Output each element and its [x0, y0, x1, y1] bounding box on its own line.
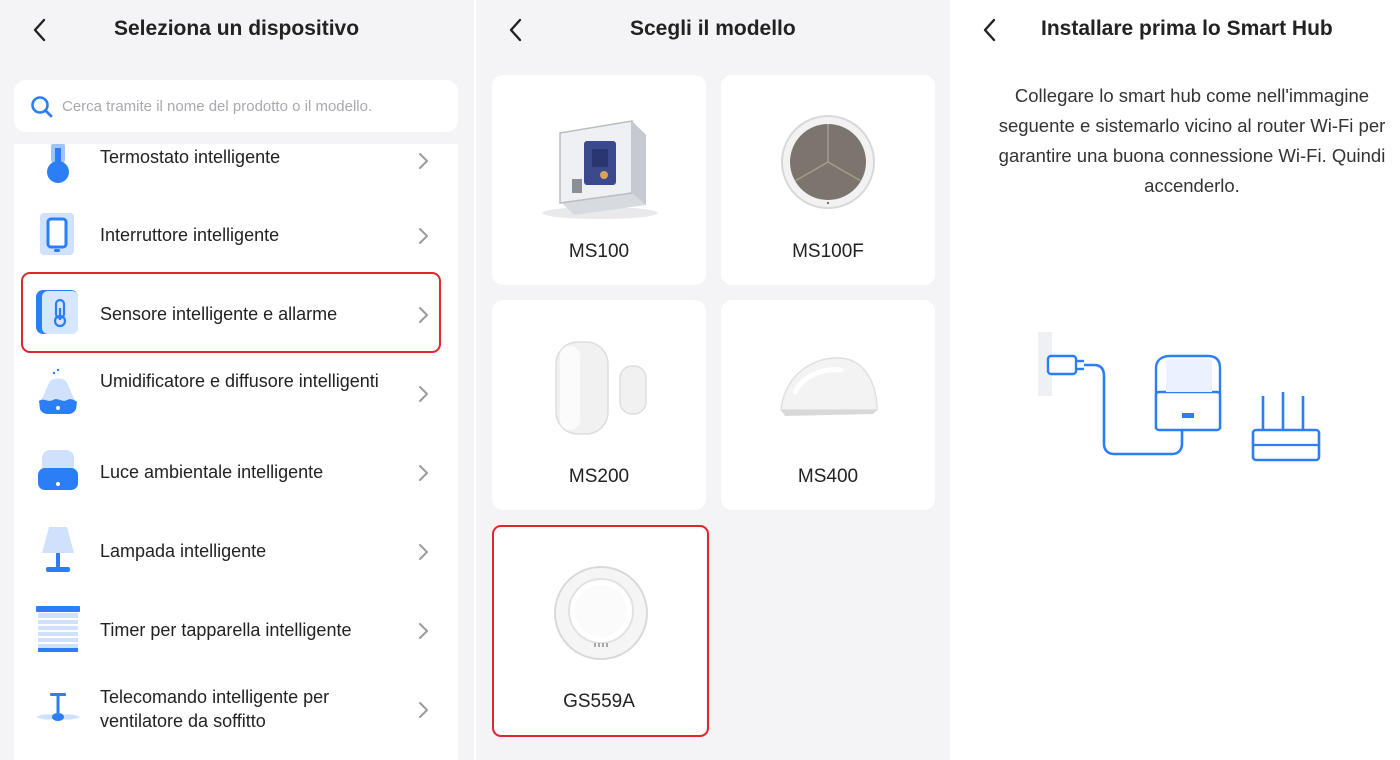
model-name: MS100F — [792, 241, 864, 262]
model-card-ms100[interactable]: MS100 — [492, 75, 706, 285]
model-name: MS200 — [568, 466, 630, 487]
list-item-roller-shutter[interactable]: Timer per tapparella intelligente — [14, 590, 458, 669]
list-item-humidifier[interactable]: Umidificatore e diffusore intelligenti — [14, 353, 458, 432]
sensor-thermometer-icon — [36, 290, 78, 334]
smart-hub-icon — [1154, 354, 1222, 432]
list-item-smart-switch[interactable]: Interruttore intelligente — [14, 195, 458, 274]
power-plug-icon — [1046, 354, 1078, 376]
model-card-gs559a[interactable]: GS559A — [492, 525, 706, 735]
model-name: MS400 — [797, 466, 859, 487]
humidifier-icon — [39, 368, 77, 414]
hub-device-image — [542, 120, 658, 219]
list-item-label: Interruttore intelligente — [100, 225, 280, 245]
chevron-right-icon — [419, 623, 428, 639]
roller-shutter-icon — [36, 606, 80, 652]
wifi-router-icon — [1251, 392, 1321, 462]
model-name: GS559A — [563, 691, 635, 712]
thermostat-icon — [47, 144, 69, 183]
chevron-left-icon — [509, 18, 522, 42]
list-item-label: Umidificatore e diffusore intelligenti — [100, 371, 379, 391]
chevron-left-icon — [33, 18, 46, 42]
list-item-thermostat[interactable]: Termostato intelligente — [14, 144, 458, 199]
install-hub-screen: Installare prima lo Smart Hub Collegare … — [952, 0, 1400, 760]
choose-model-screen: Scegli il modello MS100 MS100F MS200 MS4… — [476, 0, 950, 760]
chevron-right-icon — [419, 228, 428, 244]
lamp-icon — [42, 527, 74, 572]
list-item-lamp[interactable]: Lampada intelligente — [14, 511, 458, 590]
list-item-ambient-light[interactable]: Luce ambientale intelligente — [14, 432, 458, 511]
hub-router-connection-illustration — [1038, 332, 1321, 462]
chevron-right-icon — [419, 544, 428, 560]
page-title: Scegli il modello — [630, 17, 796, 40]
back-button[interactable] — [24, 14, 60, 46]
instructions-text: Collegare lo smart hub come nell'immagin… — [998, 85, 1386, 196]
door-sensor-image — [555, 341, 647, 435]
chevron-right-icon — [419, 702, 428, 718]
search-input[interactable]: Cerca tramite il nome del prodotto o il … — [14, 80, 458, 132]
chevron-right-icon — [419, 465, 428, 481]
ceiling-fan-icon — [36, 693, 80, 721]
page-title: Seleziona un dispositivo — [114, 17, 360, 40]
back-button[interactable] — [974, 14, 1010, 46]
dome-sensor-image — [780, 357, 878, 416]
device-category-list: Termostato intelligente Interruttore int… — [14, 144, 458, 760]
list-item-label: Sensore intelligente e allarme — [100, 304, 338, 324]
smart-switch-icon — [40, 213, 74, 255]
back-button[interactable] — [500, 14, 536, 46]
chevron-right-icon — [419, 307, 428, 323]
smoke-detector-image — [554, 566, 648, 660]
model-card-ms200[interactable]: MS200 — [492, 300, 706, 510]
list-item-label: Telecomando intelligente per ventilatore… — [100, 687, 330, 731]
list-item-label: Timer per tapparella intelligente — [100, 620, 352, 640]
list-item-label: Lampada intelligente — [100, 541, 267, 561]
chevron-left-icon — [983, 18, 996, 42]
list-item-sensor-alarm[interactable]: Sensore intelligente e allarme — [14, 274, 458, 353]
model-name: MS100 — [568, 241, 630, 262]
model-card-ms400[interactable]: MS400 — [721, 300, 935, 510]
chevron-right-icon — [419, 386, 428, 402]
chevron-right-icon — [419, 153, 428, 169]
model-card-ms100f[interactable]: MS100F — [721, 75, 935, 285]
search-icon — [31, 96, 53, 118]
list-item-label: Luce ambientale intelligente — [100, 462, 324, 482]
search-placeholder: Cerca tramite il nome del prodotto o il … — [62, 98, 373, 115]
list-item-label: Termostato intelligente — [100, 147, 281, 167]
select-device-screen: Seleziona un dispositivo Cerca tramite i… — [0, 0, 474, 760]
page-title: Installare prima lo Smart Hub — [1041, 17, 1333, 40]
ambient-light-icon — [38, 450, 78, 490]
round-sensor-image — [781, 115, 875, 209]
list-item-ceiling-fan[interactable]: Telecomando intelligente per ventilatore… — [14, 669, 458, 748]
